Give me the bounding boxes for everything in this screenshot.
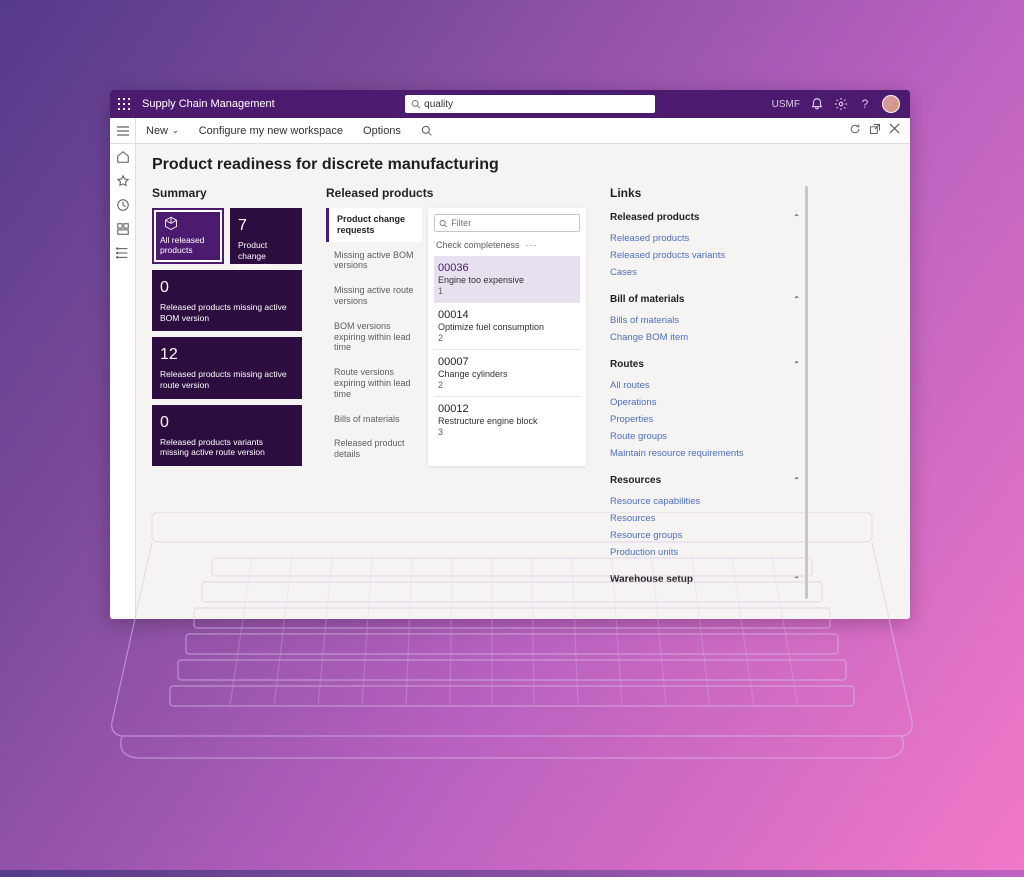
link-group-header[interactable]: Bill of materials⌃ <box>610 290 800 309</box>
link-item[interactable]: Resources <box>610 513 800 524</box>
check-completeness-action[interactable]: Check completeness <box>436 240 520 250</box>
chevron-up-icon: ⌃ <box>793 213 800 222</box>
configure-workspace[interactable]: Configure my new workspace <box>189 125 353 137</box>
link-item[interactable]: Maintain resource requirements <box>610 448 800 459</box>
filter-tab[interactable]: Route versions expiring within lead time <box>326 361 422 405</box>
chevron-up-icon: ⌃ <box>793 295 800 304</box>
global-search-input[interactable] <box>424 99 649 110</box>
chevron-up-icon: ⌃ <box>793 575 800 584</box>
filter-tab[interactable]: Bills of materials <box>326 408 422 431</box>
chevron-down-icon: ⌄ <box>172 126 179 135</box>
more-actions-icon[interactable]: ··· <box>526 240 538 250</box>
link-item[interactable]: Released products variants <box>610 250 800 261</box>
link-item[interactable]: Resource capabilities <box>610 496 800 507</box>
filter-tab[interactable]: Missing active route versions <box>326 279 422 313</box>
options-menu[interactable]: Options <box>353 125 411 137</box>
app-launcher-icon[interactable] <box>110 98 138 110</box>
global-header: Supply Chain Management USMF ? <box>110 90 910 118</box>
request-item[interactable]: 00012Restructure engine block3 <box>434 396 580 443</box>
link-item[interactable]: Bills of materials <box>610 315 800 326</box>
tile-miss-bom[interactable]: 0Released products missing active BOM ve… <box>152 270 302 331</box>
request-item[interactable]: 00036Engine too expensive1 <box>434 256 580 302</box>
bell-icon[interactable] <box>810 97 824 111</box>
product-name: Supply Chain Management <box>138 98 275 110</box>
list-filter[interactable] <box>434 214 580 232</box>
link-item[interactable]: Operations <box>610 397 800 408</box>
link-item[interactable]: Route groups <box>610 431 800 442</box>
new-menu[interactable]: New⌄ <box>136 125 189 137</box>
user-avatar[interactable] <box>882 95 900 113</box>
hamburger-icon[interactable] <box>110 118 136 143</box>
released-heading: Released products <box>326 186 586 200</box>
recent-icon[interactable] <box>116 198 130 212</box>
help-icon[interactable]: ? <box>858 97 872 111</box>
link-group-header[interactable]: Released products⌃ <box>610 208 800 227</box>
links-heading: Links <box>610 186 800 200</box>
link-item[interactable]: All routes <box>610 380 800 391</box>
page-title: Product readiness for discrete manufactu… <box>152 156 894 174</box>
star-icon[interactable] <box>116 174 130 188</box>
chevron-up-icon: ⌃ <box>793 476 800 485</box>
legal-entity[interactable]: USMF <box>772 99 800 110</box>
app-window: Supply Chain Management USMF ? New⌄ Conf… <box>110 90 910 619</box>
link-item[interactable]: Production units <box>610 547 800 558</box>
refresh-icon[interactable] <box>849 123 861 138</box>
request-list-panel: Check completeness ··· 00036Engine too e… <box>428 208 586 466</box>
tile-miss-route[interactable]: 12Released products missing active route… <box>152 337 302 398</box>
global-search[interactable] <box>405 95 655 113</box>
link-item[interactable]: Released products <box>610 233 800 244</box>
popout-icon[interactable] <box>869 123 881 138</box>
modules-icon[interactable] <box>116 246 130 260</box>
chevron-up-icon: ⌃ <box>793 360 800 369</box>
find-icon[interactable] <box>411 125 442 136</box>
close-icon[interactable] <box>889 123 900 138</box>
summary-column: Summary All released products7Product ch… <box>152 186 302 599</box>
filter-tab[interactable]: Product change requests <box>326 208 422 242</box>
left-rail <box>110 144 136 619</box>
link-group-header[interactable]: Routes⌃ <box>610 355 800 374</box>
link-item[interactable]: Change BOM item <box>610 332 800 343</box>
filter-tab[interactable]: Missing active BOM versions <box>326 244 422 278</box>
filter-tab[interactable]: Released product details <box>326 432 422 466</box>
workspace-content: Product readiness for discrete manufactu… <box>136 144 910 619</box>
tile-all[interactable]: All released products <box>152 208 224 264</box>
link-group-header[interactable]: Warehouse setup⌃ <box>610 570 800 589</box>
link-group: Resources⌃Resource capabilitiesResources… <box>610 471 800 560</box>
summary-heading: Summary <box>152 186 302 200</box>
links-column: Links Released products⌃Released product… <box>610 186 800 599</box>
link-item[interactable]: Resource groups <box>610 530 800 541</box>
link-item[interactable]: Properties <box>610 414 800 425</box>
request-item[interactable]: 00007Change cylinders2 <box>434 349 580 396</box>
link-group: Bill of materials⌃ Bills of materials Chan… <box>610 290 800 345</box>
filter-tabs: Product change requestsMissing active BO… <box>326 208 422 466</box>
link-group: Routes⌃ All routes Operations Properties Rou… <box>610 355 800 461</box>
list-filter-input[interactable] <box>451 218 575 228</box>
filter-tab[interactable]: BOM versions expiring within lead time <box>326 315 422 359</box>
link-group: Warehouse setup⌃ <box>610 570 800 589</box>
workspaces-icon[interactable] <box>116 222 130 236</box>
link-item[interactable]: Cases <box>610 267 800 278</box>
tile-changereq[interactable]: 7Product change requests <box>230 208 302 264</box>
gear-icon[interactable] <box>834 97 848 111</box>
home-icon[interactable] <box>116 150 130 164</box>
tile-variants-miss[interactable]: 0Released products variants missing acti… <box>152 405 302 466</box>
command-bar: New⌄ Configure my new workspace Options <box>110 118 910 144</box>
released-column: Released products Product change request… <box>326 186 586 599</box>
request-item[interactable]: 00014Optimize fuel consumption2 <box>434 302 580 349</box>
link-group-header[interactable]: Resources⌃ <box>610 471 800 490</box>
link-group: Released products⌃ Released products Relea… <box>610 208 800 280</box>
